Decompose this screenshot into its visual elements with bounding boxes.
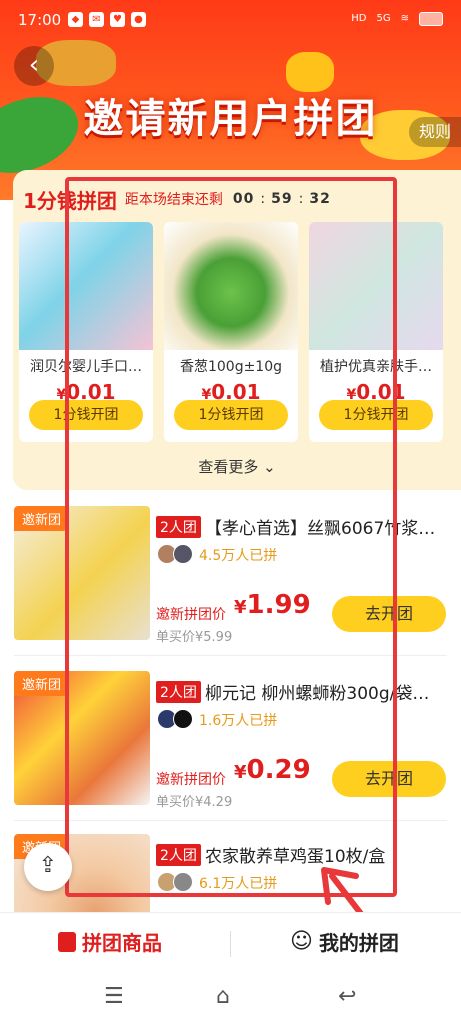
tab-my-group[interactable]: ☺ 我的拼团 — [290, 927, 399, 956]
app-notification-icon: ● — [131, 12, 146, 27]
menu-icon[interactable]: ☰ — [104, 984, 124, 1009]
app-notification-icon: ♥ — [110, 12, 125, 27]
chevron-left-icon: ‹ — [28, 50, 40, 80]
back-nav-icon[interactable]: ↩ — [338, 984, 356, 1009]
notification-icons: ◆ ✉ ♥ ● — [68, 12, 146, 27]
back-button[interactable]: ‹ — [14, 46, 54, 86]
shopping-bag-icon — [58, 931, 76, 952]
bottom-tab-bar: 拼团商品 ☺ 我的拼团 — [0, 912, 461, 972]
system-icons: HD 5G ≋ — [351, 12, 443, 26]
share-icon: ⇪ — [38, 853, 58, 878]
battery-icon — [419, 12, 443, 26]
tab-label: 我的拼团 — [318, 931, 399, 955]
wifi-icon: ≋ — [400, 13, 409, 24]
home-icon[interactable]: ⌂ — [216, 984, 230, 1009]
smiley-icon: ☺ — [290, 929, 313, 954]
new-user-badge: 邀新团 — [14, 506, 70, 531]
mail-icon: ✉ — [89, 12, 104, 27]
status-bar: 17:00 ◆ ✉ ♥ ● HD 5G ≋ — [0, 0, 461, 40]
tab-label: 拼团商品 — [82, 931, 162, 955]
signal-icon: 5G — [376, 13, 391, 24]
new-user-badge: 邀新团 — [14, 671, 70, 696]
highlight-box — [65, 177, 397, 897]
status-time: 17:00 — [18, 11, 62, 29]
tab-divider — [230, 931, 231, 957]
tab-group-goods[interactable]: 拼团商品 — [58, 927, 162, 956]
rules-button[interactable]: 规则 — [409, 117, 461, 147]
hd-icon: HD — [351, 13, 367, 24]
page-title: 邀请新用户拼团 — [83, 96, 378, 142]
share-button[interactable]: ⇪ — [24, 843, 72, 891]
app-notification-icon: ◆ — [68, 12, 83, 27]
system-nav-bar: ☰ ⌂ ↩ — [0, 972, 461, 1024]
